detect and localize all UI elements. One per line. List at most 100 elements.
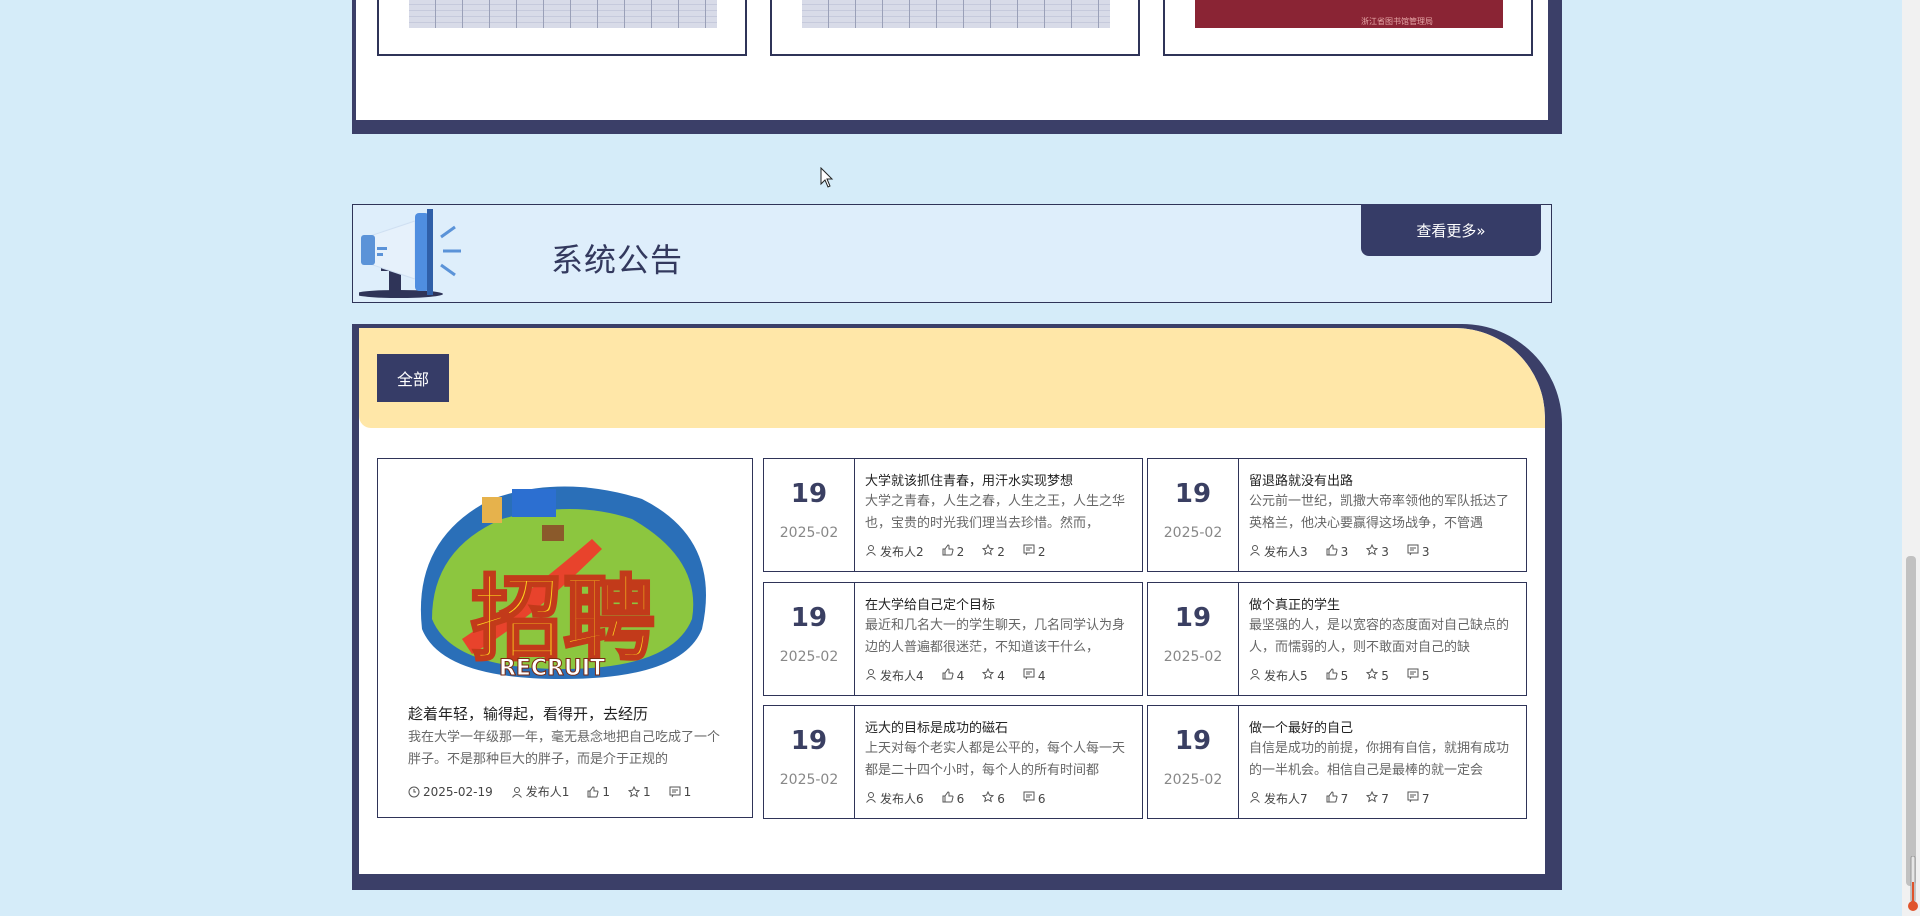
- author-name: 发布人2: [880, 545, 924, 559]
- date-block: 19 2025-02: [1148, 706, 1239, 818]
- star-icon: [982, 790, 997, 806]
- tab-all[interactable]: 全部: [377, 354, 449, 402]
- news-meta: 发布人7 7 7 7: [1249, 790, 1448, 807]
- comment-count: 4: [1037, 668, 1046, 683]
- news-card[interactable]: 19 2025-02 在大学给自己定个目标最近和几名大一的学生聊天，几名同学认为身边…: [763, 582, 1143, 696]
- news-card[interactable]: 19 2025-02 做个真正的学生最坚强的人，是以宽容的态度面对自己缺点的人，而懦…: [1147, 582, 1527, 696]
- author-name: 发布人4: [880, 669, 924, 683]
- news-summary: 最近和几名大一的学生聊天，几名同学认为身边的人普遍都很迷茫，不知道该干什么，: [865, 618, 1126, 655]
- comment-count: 5: [1421, 668, 1430, 683]
- date-year-month: 2025-02: [1163, 525, 1223, 541]
- date-year-month: 2025-02: [779, 649, 839, 665]
- date-block: 19 2025-02: [764, 459, 855, 571]
- date-block: 19 2025-02: [1148, 583, 1239, 695]
- star-icon: [1366, 543, 1381, 559]
- thermometer-icon: [1908, 856, 1918, 911]
- user-icon: [511, 786, 522, 798]
- section-title: 系统公告: [551, 241, 684, 279]
- favorite-count: 6: [997, 791, 1005, 806]
- favorite-count: 1: [643, 784, 651, 799]
- thumbs-up-icon: [942, 544, 957, 559]
- thumbs-up-icon: [1326, 544, 1341, 559]
- publish-date: 2025-02-19: [423, 784, 493, 799]
- featured-meta: 2025-02-19 发布人1 1 1 1: [408, 783, 709, 800]
- view-more-button[interactable]: 查看更多»: [1361, 204, 1541, 256]
- comment-count: 6: [1037, 791, 1046, 806]
- date-day: 19: [790, 603, 828, 633]
- comment-count: 3: [1421, 544, 1430, 559]
- comment-icon: [1023, 668, 1038, 683]
- news-meta: 发布人6 6 6 6: [865, 790, 1064, 807]
- document-thumbnail: [409, 0, 717, 28]
- news-summary: 上天对每个老实人都是公平的，每个人每一天都是二十四个小时，每个人的所有时间都: [865, 741, 1126, 778]
- news-title[interactable]: 留退路就没有出路: [1249, 470, 1519, 489]
- megaphone-icon: [359, 209, 461, 298]
- like-count: 7: [1340, 791, 1349, 806]
- comment-icon: [1407, 544, 1422, 559]
- comment-count: 1: [683, 784, 692, 799]
- featured-title[interactable]: 趁着年轻，输得起，看得开，去经历: [408, 703, 648, 724]
- featured-article-card[interactable]: 招聘 RECRUIT 趁着年轻，输得起，看得开，去经历 我在大学一年级那一年，毫…: [377, 458, 753, 818]
- recruit-poster-image: 招聘 RECRUIT: [402, 479, 724, 681]
- author-name: 发布人6: [880, 792, 924, 806]
- news-title[interactable]: 做一个最好的自己: [1249, 717, 1519, 736]
- date-block: 19 2025-02: [764, 583, 855, 695]
- favorite-count: 4: [997, 668, 1005, 683]
- comment-icon: [1407, 791, 1422, 806]
- comment-count: 2: [1037, 544, 1046, 559]
- favorite-count: 7: [1381, 791, 1389, 806]
- favorite-count: 2: [997, 544, 1005, 559]
- star-icon: [1366, 790, 1381, 806]
- thumbs-up-icon: [1326, 791, 1341, 806]
- featured-summary: 我在大学一年级那一年，毫无悬念地把自己吃成了一个胖子。不是那种巨大的胖子，而是介…: [408, 730, 721, 767]
- comment-icon: [1023, 791, 1038, 806]
- certificate-caption: 浙江省图书馆管理局: [1361, 17, 1433, 26]
- thumbs-up-icon: [1326, 668, 1341, 683]
- favorite-count: 5: [1381, 668, 1389, 683]
- news-card[interactable]: 19 2025-02 大学就该抓住青春，用汗水实现梦想大学之青春，人生之春，人生之王…: [763, 458, 1143, 572]
- news-summary: 大学之青春，人生之春，人生之王，人生之华也，宝贵的时光我们理当去珍惜。然而，: [865, 494, 1126, 531]
- news-summary: 最坚强的人，是以宽容的态度面对自己缺点的人，而懦弱的人，则不敢面对自己的缺: [1249, 618, 1510, 655]
- comment-icon: [1407, 668, 1422, 683]
- date-block: 19 2025-02: [764, 706, 855, 818]
- news-meta: 发布人3 3 3 3: [1249, 543, 1448, 560]
- favorite-count: 3: [1381, 544, 1389, 559]
- top-card[interactable]: [377, 0, 747, 56]
- date-day: 19: [1174, 603, 1212, 633]
- author-name: 发布人1: [525, 785, 570, 799]
- news-card[interactable]: 19 2025-02 做一个最好的自己自信是成功的前提，你拥有自信，就拥有成功的一半…: [1147, 705, 1527, 819]
- author-name: 发布人5: [1264, 669, 1308, 683]
- thumbs-up-icon: [942, 668, 957, 683]
- user-icon: [1249, 544, 1264, 559]
- news-summary: 自信是成功的前提，你拥有自信，就拥有成功的一半机会。相信自己是最棒的就一定会: [1249, 741, 1510, 778]
- comment-icon: [1023, 544, 1038, 559]
- news-title[interactable]: 远大的目标是成功的磁石: [865, 717, 1135, 736]
- user-icon: [865, 544, 880, 559]
- like-count: 1: [602, 784, 611, 799]
- category-tab-strip: 全部: [359, 328, 1545, 428]
- date-day: 19: [790, 479, 828, 509]
- news-title[interactable]: 做个真正的学生: [1249, 594, 1519, 613]
- like-count: 6: [956, 791, 965, 806]
- like-count: 4: [956, 668, 965, 683]
- thumbs-up-icon: [942, 791, 957, 806]
- page-scrollbar[interactable]: [1902, 0, 1920, 916]
- news-title[interactable]: 在大学给自己定个目标: [865, 594, 1135, 613]
- top-card[interactable]: [770, 0, 1140, 56]
- star-icon: [982, 543, 997, 559]
- news-meta: 发布人5 5 5 5: [1249, 667, 1448, 684]
- like-count: 3: [1340, 544, 1349, 559]
- news-card[interactable]: 19 2025-02 留退路就没有出路公元前一世纪，凯撒大帝率领他的军队抵达了英格兰…: [1147, 458, 1527, 572]
- date-day: 19: [1174, 479, 1212, 509]
- clock-icon: [408, 786, 420, 797]
- star-icon: [1366, 667, 1381, 683]
- news-summary: 公元前一世纪，凯撒大帝率领他的军队抵达了英格兰，他决心要赢得这场战争，不管遇: [1249, 494, 1510, 531]
- like-count: 2: [956, 544, 965, 559]
- scrollbar-thumb[interactable]: [1906, 556, 1916, 886]
- news-title[interactable]: 大学就该抓住青春，用汗水实现梦想: [865, 470, 1135, 489]
- top-card[interactable]: 浙江省图书馆管理局: [1163, 0, 1533, 56]
- certificate-thumbnail: 浙江省图书馆管理局: [1195, 0, 1503, 28]
- user-icon: [1249, 791, 1264, 806]
- document-thumbnail: [802, 0, 1110, 28]
- news-card[interactable]: 19 2025-02 远大的目标是成功的磁石上天对每个老实人都是公平的，每个人每一天…: [763, 705, 1143, 819]
